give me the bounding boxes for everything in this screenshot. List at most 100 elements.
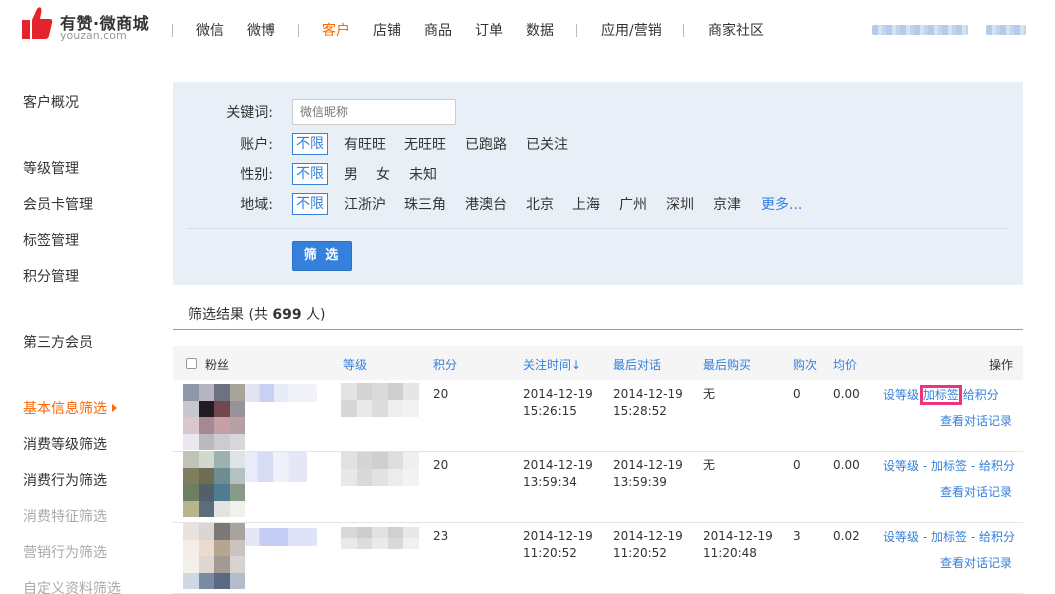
sidebar-item-consumption-behavior-filter[interactable]: 消费行为筛选 xyxy=(23,470,107,490)
sidebar-item-marketing-behavior-filter[interactable]: 营销行为筛选 xyxy=(23,542,107,562)
account-option-no-wangwang[interactable]: 无旺旺 xyxy=(404,134,446,154)
caret-right-icon xyxy=(112,404,117,412)
nav-separator xyxy=(298,24,299,37)
follow-clock: 13:59:34 xyxy=(523,475,577,489)
sidebar-item-basic-info-filter[interactable]: 基本信息筛选 xyxy=(23,398,117,418)
nav-separator xyxy=(683,24,684,37)
region-option-beijing[interactable]: 北京 xyxy=(526,194,554,214)
logout-link-blurred[interactable] xyxy=(986,25,1026,35)
region-option-guangzhou[interactable]: 广州 xyxy=(619,194,647,214)
column-header-actions: 操作 xyxy=(989,358,1014,372)
avg-price-value: 0.00 xyxy=(833,458,860,472)
region-option-jiangzhehu[interactable]: 江浙沪 xyxy=(344,194,386,214)
column-header-level[interactable]: 等级 xyxy=(343,356,367,373)
view-chat-link[interactable]: 查看对话记录 xyxy=(940,554,1012,571)
give-points-link[interactable]: 给积分 xyxy=(979,459,1015,473)
purchase-clock: 11:20:48 xyxy=(703,546,757,560)
region-option-any[interactable]: 不限 xyxy=(292,193,328,215)
filter-panel: 关键词: 账户: 不限 有旺旺 无旺旺 已跑路 已关注 性别: 不限 男 女 未… xyxy=(173,82,1023,285)
results-count: 699 xyxy=(272,307,302,323)
give-points-link[interactable]: 给积分 xyxy=(979,530,1015,544)
account-option-unfollowed[interactable]: 已跑路 xyxy=(465,134,507,154)
column-header-last-purchase[interactable]: 最后购买 xyxy=(703,356,751,373)
add-tag-link[interactable]: 加标签 xyxy=(919,385,962,405)
fan-nickname-blurred[interactable] xyxy=(245,384,317,402)
column-header-avg-price[interactable]: 均价 xyxy=(833,356,857,373)
view-chat-link[interactable]: 查看对话记录 xyxy=(940,483,1012,500)
follow-clock: 11:20:52 xyxy=(523,546,577,560)
brand-domain: youzan.com xyxy=(60,29,127,42)
last-purchase-value: 2014-12-19 11:20:48 xyxy=(703,528,773,562)
account-name-blurred[interactable] xyxy=(872,25,968,35)
region-more-link[interactable]: 更多... xyxy=(761,194,802,214)
nav-item-customers[interactable]: 客户 xyxy=(322,20,350,40)
nav-item-merchant-community[interactable]: 商家社区 xyxy=(708,20,764,40)
results-title: 筛选结果 (共 699 人) xyxy=(188,304,326,324)
account-option-followed[interactable]: 已关注 xyxy=(526,134,568,154)
column-header-purchase-count[interactable]: 购次 xyxy=(793,356,817,373)
set-level-link[interactable]: 设等级 xyxy=(883,388,919,402)
fan-level-blurred xyxy=(341,383,419,417)
gender-option-unknown[interactable]: 未知 xyxy=(409,164,437,184)
column-header-fans: 粉丝 xyxy=(205,358,230,372)
fan-avatar-blurred[interactable] xyxy=(183,451,245,517)
select-all-checkbox[interactable] xyxy=(186,358,197,369)
nav-item-products[interactable]: 商品 xyxy=(424,20,452,40)
add-tag-link[interactable]: 加标签 xyxy=(931,459,967,473)
sidebar-item-third-party-members[interactable]: 第三方会员 xyxy=(23,332,93,352)
region-option-shenzhen[interactable]: 深圳 xyxy=(666,194,694,214)
fan-avatar-blurred[interactable] xyxy=(183,523,245,589)
sort-down-arrow-icon: ↓ xyxy=(571,358,582,372)
add-tag-link[interactable]: 加标签 xyxy=(931,530,967,544)
follow-date: 2014-12-19 xyxy=(523,458,593,472)
last-purchase-value: 无 xyxy=(703,457,715,474)
gender-option-female[interactable]: 女 xyxy=(376,164,390,184)
gender-option-male[interactable]: 男 xyxy=(344,164,358,184)
nav-item-data[interactable]: 数据 xyxy=(526,20,554,40)
sidebar-item-consumption-feature-filter[interactable]: 消费特征筛选 xyxy=(23,506,107,526)
column-header-follow-time[interactable]: 关注时间↓ xyxy=(523,356,581,373)
region-option-pearl-river-delta[interactable]: 珠三角 xyxy=(404,194,446,214)
nav-item-orders[interactable]: 订单 xyxy=(475,20,503,40)
nav-item-store[interactable]: 店铺 xyxy=(373,20,401,40)
sidebar-item-points-management[interactable]: 积分管理 xyxy=(23,266,79,286)
region-option-jingjin[interactable]: 京津 xyxy=(713,194,741,214)
follow-time-value: 2014-12-19 11:20:52 xyxy=(523,528,593,562)
table-row: 23 2014-12-19 11:20:52 2014-12-19 11:20:52… xyxy=(173,523,1023,594)
sidebar-item-custom-profile-filter[interactable]: 自定义资料筛选 xyxy=(23,578,121,594)
purchase-count-value: 0 xyxy=(793,458,801,472)
gender-option-any[interactable]: 不限 xyxy=(292,163,328,185)
account-option-any[interactable]: 不限 xyxy=(292,133,328,155)
nav-item-weixin[interactable]: 微信 xyxy=(196,20,224,40)
fan-nickname-blurred[interactable] xyxy=(245,452,307,482)
fan-avatar-blurred[interactable] xyxy=(183,384,245,450)
give-points-link[interactable]: 给积分 xyxy=(963,388,999,402)
region-option-shanghai[interactable]: 上海 xyxy=(572,194,600,214)
table-row: 20 2014-12-19 15:26:15 2014-12-19 15:28:52… xyxy=(173,381,1023,452)
last-chat-value: 2014-12-19 15:28:52 xyxy=(613,386,683,420)
chat-date: 2014-12-19 xyxy=(613,529,683,543)
nav-item-weibo[interactable]: 微博 xyxy=(247,20,275,40)
nav-item-apps-marketing[interactable]: 应用/营销 xyxy=(601,20,662,40)
column-header-points[interactable]: 积分 xyxy=(433,356,457,373)
filter-submit-button[interactable]: 筛 选 xyxy=(292,241,352,271)
filter-divider xyxy=(187,228,1009,229)
sidebar-item-label: 基本信息筛选 xyxy=(23,401,107,417)
sidebar-item-tag-management[interactable]: 标签管理 xyxy=(23,230,79,250)
sidebar-item-consumption-level-filter[interactable]: 消费等级筛选 xyxy=(23,434,107,454)
follow-time-value: 2014-12-19 15:26:15 xyxy=(523,386,593,420)
logo[interactable]: 有赞·微商城 youzan.com xyxy=(22,5,192,45)
region-option-hk-macau-taiwan[interactable]: 港澳台 xyxy=(465,194,507,214)
sidebar-item-level-management[interactable]: 等级管理 xyxy=(23,158,79,178)
region-label: 地域: xyxy=(240,197,273,213)
account-option-has-wangwang[interactable]: 有旺旺 xyxy=(344,134,386,154)
points-value: 20 xyxy=(433,458,449,472)
column-header-last-chat[interactable]: 最后对话 xyxy=(613,356,661,373)
set-level-link[interactable]: 设等级 xyxy=(883,459,919,473)
set-level-link[interactable]: 设等级 xyxy=(883,530,919,544)
sidebar-item-overview[interactable]: 客户概况 xyxy=(23,92,79,112)
keyword-input[interactable] xyxy=(292,99,456,125)
view-chat-link[interactable]: 查看对话记录 xyxy=(940,412,1012,429)
fan-nickname-blurred[interactable] xyxy=(245,528,317,546)
sidebar-item-member-card[interactable]: 会员卡管理 xyxy=(23,194,93,214)
